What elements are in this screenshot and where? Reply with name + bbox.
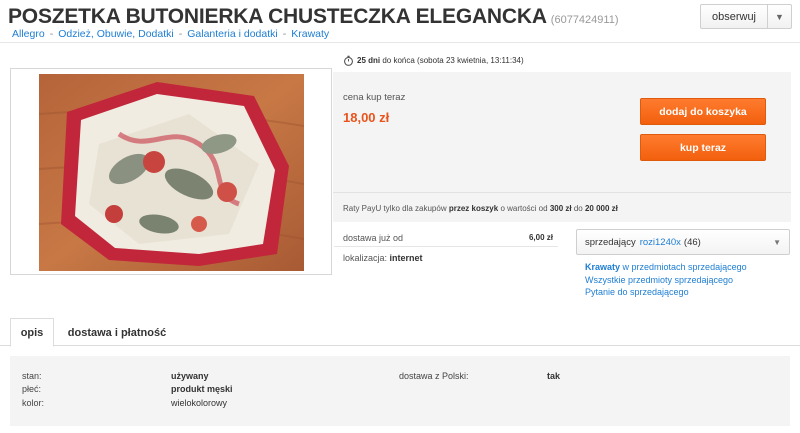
offer-title: POSZETKA BUTONIERKA CHUSTECZKA ELEGANCKA (8, 5, 547, 28)
detail-color-label: kolor: (22, 398, 45, 408)
price-label: cena kup teraz (343, 92, 406, 103)
breadcrumb: Allegro - Odzież, Obuwie, Dodatki - Galanter… (12, 28, 330, 40)
item-details: stan: używany płeć: produkt męski kolor:… (10, 356, 790, 426)
seller-links: Krawaty w przedmiotach sprzedającego Wsz… (585, 261, 747, 299)
days-left: 25 dni (357, 56, 381, 65)
ask-seller-link[interactable]: Pytanie do sprzedającego (585, 286, 747, 299)
detail-condition-label: stan: (22, 371, 42, 381)
add-to-cart-button[interactable]: dodaj do koszyka (640, 98, 766, 125)
payu-info: Raty PayU tylko dla zakupów przez koszyk… (333, 192, 791, 222)
seller-category-name: Krawaty (585, 262, 621, 272)
delivery-price: 6,00 zł (528, 233, 553, 242)
payu-max: 20 000 zł (584, 204, 618, 213)
payu-prefix: Raty PayU tylko dla zakupów (343, 204, 447, 213)
location-value: internet (389, 253, 423, 263)
location-label: lokalizacja: (343, 253, 388, 263)
tab-delivery-payment[interactable]: dostawa i płatność (62, 318, 172, 347)
breadcrumb-allegro[interactable]: Allegro (12, 28, 45, 40)
auction-timer: 25 dni do końca (sobota 23 kwietnia, 13:… (343, 55, 524, 66)
watch-button[interactable]: obserwuj ▼ (700, 4, 792, 29)
price: 18,00 zł (343, 110, 390, 125)
scarf-image (39, 74, 304, 271)
detail-shipping-label: dostawa z Polski: (399, 371, 469, 381)
breadcrumb-ties[interactable]: Krawaty (291, 28, 329, 40)
seller-rating: (46) (683, 236, 701, 248)
payu-cart: przez koszyk (448, 204, 499, 213)
offer-id: (6077424911) (550, 14, 619, 26)
breadcrumb-divider (0, 42, 800, 43)
delivery-label: dostawa już od (343, 233, 404, 243)
buy-box: cena kup teraz 18,00 zł dodaj do koszyka… (333, 72, 791, 222)
title-row: POSZETKA BUTONIERKA CHUSTECZKA ELEGANCKA… (8, 4, 792, 29)
payu-to: do (573, 204, 583, 213)
detail-color-value: wielokolorowy (171, 398, 228, 408)
detail-gender-label: płeć: (22, 384, 42, 394)
seller-all-items-link[interactable]: Wszystkie przedmioty sprzedającego (585, 274, 747, 287)
tab-bar: opis dostawa i płatność (0, 318, 800, 347)
breadcrumb-accessories[interactable]: Galanteria i dodatki (187, 28, 277, 40)
detail-condition-value: używany (171, 371, 209, 381)
detail-shipping-value: tak (547, 371, 561, 381)
payu-min: 300 zł (549, 204, 572, 213)
location: lokalizacja: internet (343, 253, 423, 263)
end-date: do końca (sobota 23 kwietnia, 13:11:34) (382, 56, 524, 65)
delivery-divider (334, 246, 558, 247)
detail-gender-value: produkt męski (171, 384, 233, 394)
payu-middle: o wartości od (500, 204, 548, 213)
seller-dropdown[interactable]: sprzedający rozi1240x (46) ▼ (576, 229, 790, 255)
seller-label: sprzedający (585, 236, 636, 248)
chevron-down-icon[interactable]: ▼ (767, 5, 791, 28)
stopwatch-icon (344, 55, 353, 66)
buy-now-button[interactable]: kup teraz (640, 134, 766, 161)
page-title: POSZETKA BUTONIERKA CHUSTECZKA ELEGANCKA… (8, 5, 618, 29)
breadcrumb-clothing[interactable]: Odzież, Obuwie, Dodatki (58, 28, 174, 40)
seller-category-rest: w przedmiotach sprzedającego (622, 262, 747, 272)
seller-category-link[interactable]: Krawaty w przedmiotach sprzedającego (585, 261, 747, 274)
watch-label: obserwuj (711, 10, 757, 23)
seller-nick[interactable]: rozi1240x (640, 237, 681, 248)
product-photo[interactable] (10, 68, 332, 275)
tab-description[interactable]: opis (10, 318, 54, 347)
chevron-down-icon: ▼ (773, 237, 781, 247)
